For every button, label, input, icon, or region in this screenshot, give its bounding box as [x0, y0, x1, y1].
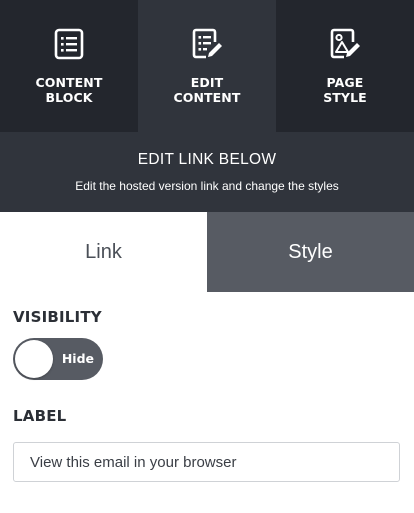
- toggle-knob: [15, 340, 53, 378]
- nav-page-style[interactable]: PAGE STYLE: [276, 0, 414, 132]
- top-navigation: CONTENT BLOCK EDIT CONTENT PAGE STYLE: [0, 0, 414, 132]
- tab-style[interactable]: Style: [207, 212, 414, 292]
- list-document-icon: [54, 28, 84, 60]
- nav-content-block-label: CONTENT BLOCK: [35, 75, 103, 105]
- tab-link[interactable]: Link: [0, 212, 207, 292]
- image-edit-icon: [330, 28, 360, 59]
- visibility-toggle[interactable]: Hide: [13, 338, 103, 380]
- visibility-label: VISIBILITY: [13, 308, 102, 326]
- edit-banner: EDIT LINK BELOW Edit the hosted version …: [0, 132, 414, 212]
- nav-edit-content-label: EDIT CONTENT: [173, 75, 241, 105]
- edit-document-icon: [192, 28, 222, 59]
- banner-subtitle: Edit the hosted version link and change …: [75, 179, 339, 193]
- banner-title: EDIT LINK BELOW: [137, 151, 277, 168]
- toggle-text: Hide: [61, 351, 94, 366]
- link-style-tabs: Link Style: [0, 212, 414, 292]
- nav-content-block[interactable]: CONTENT BLOCK: [0, 0, 138, 132]
- nav-page-style-label: PAGE STYLE: [323, 75, 367, 105]
- nav-edit-content[interactable]: EDIT CONTENT: [138, 0, 276, 132]
- label-field-label: LABEL: [13, 407, 67, 425]
- label-input[interactable]: [13, 442, 400, 482]
